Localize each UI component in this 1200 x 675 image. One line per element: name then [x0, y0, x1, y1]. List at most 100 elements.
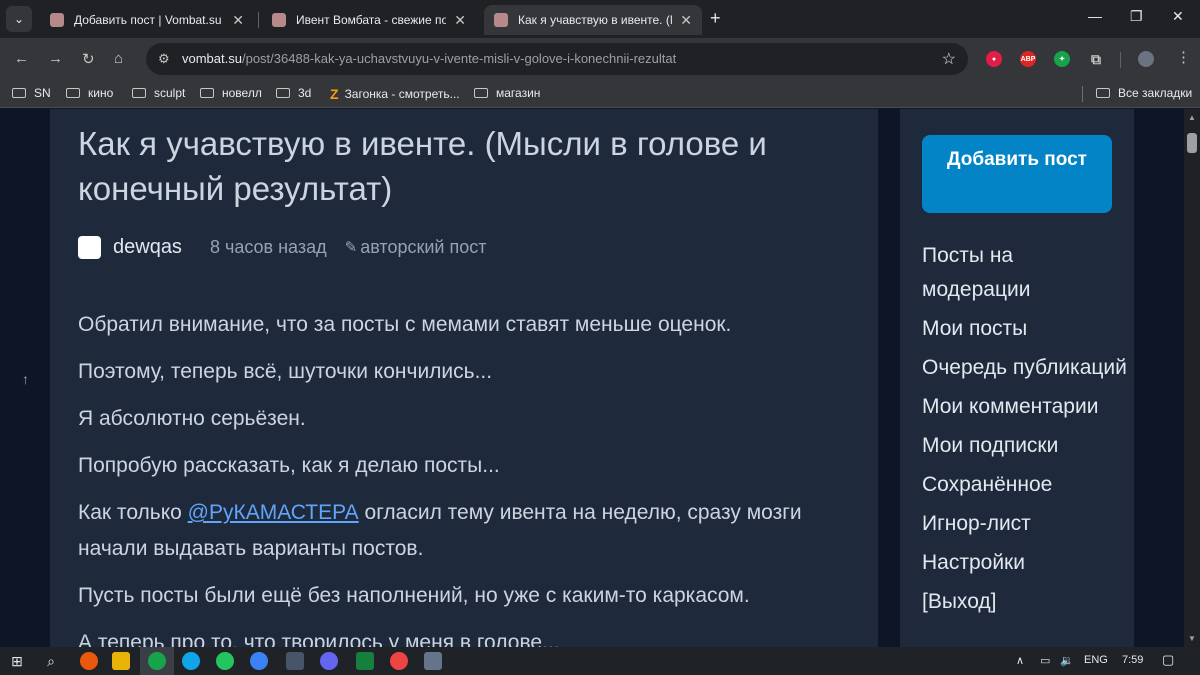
sidebar-item-ignore-list[interactable]: Игнор-лист	[922, 507, 1127, 541]
profile-avatar[interactable]	[1138, 51, 1154, 67]
scroll-to-top-icon[interactable]: ↑	[22, 371, 29, 387]
record-extension-icon[interactable]: ●	[986, 51, 1002, 67]
minimize-icon[interactable]: —	[1088, 8, 1102, 24]
add-post-button[interactable]: Добавить пост	[922, 135, 1112, 213]
toolbar-divider	[1120, 52, 1121, 68]
bookmark-zagonka[interactable]: Z Загонка - смотреть...	[330, 86, 460, 102]
tab-add-post[interactable]: Добавить пост | Vombat.su ✕	[40, 5, 254, 35]
sidebar-item-my-posts[interactable]: Мои посты	[922, 312, 1127, 346]
folder-icon	[132, 88, 146, 98]
bookmarks-bar: SN кино sculpt новелл 3d Z Загонка - смот…	[0, 80, 1200, 108]
paragraph: Я абсолютно серьёзен.	[78, 407, 306, 430]
bookmark-folder-kino[interactable]: кино	[66, 86, 113, 100]
vombat-favicon-icon	[272, 13, 286, 27]
restore-icon[interactable]: ❐	[1130, 8, 1143, 25]
new-tab-icon[interactable]: +	[710, 8, 721, 29]
color-extension-icon[interactable]: ✦	[1054, 51, 1070, 67]
web-page: ↑ Как я учавствую в ивенте. (Мысли в гол…	[0, 109, 1184, 647]
tab-search-button[interactable]: ⌄	[6, 6, 32, 32]
bookmark-folder-novell[interactable]: новелл	[200, 86, 262, 100]
sidebar-item-my-comments[interactable]: Мои комментарии	[922, 390, 1127, 424]
window-close-icon[interactable]: ✕	[1172, 8, 1184, 25]
sidebar-item-moderation[interactable]: Посты на модерации	[922, 239, 1127, 307]
volume-icon[interactable]: 🔉	[1060, 654, 1074, 667]
site-info-icon[interactable]: ⚙	[158, 51, 170, 67]
author-post-badge: ✎ авторский пост	[344, 236, 487, 257]
sidebar-item-saved[interactable]: Сохранённое	[922, 468, 1127, 502]
all-bookmarks-button[interactable]: Все закладки	[1096, 86, 1192, 100]
yandex-browser-icon[interactable]	[390, 652, 408, 670]
vombat-favicon-icon	[50, 13, 64, 27]
browser-tab-bar: ⌄ Добавить пост | Vombat.su ✕ Ивент Вомб…	[0, 0, 1200, 38]
file-explorer-icon[interactable]	[112, 652, 130, 670]
chrome-icon[interactable]	[148, 652, 166, 670]
close-icon[interactable]: ✕	[232, 12, 244, 29]
tab-event[interactable]: Ивент Вомбата - свежие посты ✕	[262, 5, 476, 35]
whatsapp-icon[interactable]	[216, 652, 234, 670]
sidebar-item-settings[interactable]: Настройки	[922, 546, 1127, 580]
post-meta: dewqas 8 часов назад ✎ авторский пост	[78, 233, 486, 261]
scroll-down-arrow-icon[interactable]: ▼	[1188, 634, 1196, 643]
folder-icon	[66, 88, 80, 98]
address-bar[interactable]: ⚙ vombat.su/post/36488-kak-ya-uchavstvuy…	[146, 43, 968, 75]
clock[interactable]: 7:59	[1122, 654, 1143, 666]
page-scrollbar[interactable]: ▲ ▼	[1184, 109, 1200, 647]
tab-title: Добавить пост | Vombat.su	[74, 13, 222, 27]
sidebar-item-subscriptions[interactable]: Мои подписки	[922, 429, 1127, 463]
windows-taskbar: ⊞ ⌕ ∧ ▭ 🔉 ENG 7:59 ▢	[0, 647, 1200, 675]
sidebar-item-queue[interactable]: Очередь публикаций	[922, 351, 1127, 385]
tab-divider	[258, 12, 259, 28]
home-icon[interactable]: ⌂	[114, 50, 123, 67]
search-icon[interactable]: ⌕	[42, 652, 60, 670]
scroll-up-arrow-icon[interactable]: ▲	[1188, 113, 1196, 122]
calculator-icon[interactable]	[286, 652, 304, 670]
bookmark-folder-magazin[interactable]: магазин	[474, 86, 540, 100]
bookmarks-divider	[1082, 86, 1083, 102]
post-time: 8 часов назад	[209, 236, 327, 257]
menu-dots-icon[interactable]: ⋮	[1176, 48, 1191, 66]
bookmark-folder-3d[interactable]: 3d	[276, 86, 311, 100]
paragraph: Как только @РуКАМАСТЕРА огласил тему иве…	[78, 501, 802, 560]
zagonka-logo-icon: Z	[330, 86, 339, 102]
adblock-extension-icon[interactable]: ABP	[1020, 51, 1036, 67]
network-icon[interactable]: ▭	[1040, 654, 1050, 667]
scrollbar-thumb[interactable]	[1187, 133, 1197, 153]
author-avatar[interactable]	[78, 235, 101, 259]
browser-toolbar: ← → ↻ ⌂ ⚙ vombat.su/post/36488-kak-ya-uc…	[0, 38, 1200, 80]
edit-pen-icon: ✎	[344, 239, 358, 256]
forward-icon[interactable]: →	[48, 50, 63, 67]
author-name[interactable]: dewqas	[113, 236, 182, 259]
folder-icon	[474, 88, 488, 98]
reload-icon[interactable]: ↻	[82, 50, 95, 68]
url-text[interactable]: vombat.su/post/36488-kak-ya-uchavstvuyu-…	[182, 51, 676, 66]
close-icon[interactable]: ✕	[680, 12, 692, 29]
vombat-favicon-icon	[494, 13, 508, 27]
tab-title: Ивент Вомбата - свежие посты	[296, 13, 447, 27]
image-viewer-icon[interactable]	[424, 652, 442, 670]
back-icon[interactable]: ←	[14, 50, 29, 67]
sidebar-item-logout[interactable]: [Выход]	[922, 585, 1127, 619]
bookmark-folder-sculpt[interactable]: sculpt	[132, 86, 185, 100]
chrome-profile-icon[interactable]	[250, 652, 268, 670]
paragraph: А теперь про то, что творилось у меня в …	[78, 631, 560, 647]
paragraph: Пусть посты были ещё без наполнений, но …	[78, 584, 750, 607]
folder-icon	[1096, 88, 1110, 98]
excel-icon[interactable]	[356, 652, 374, 670]
language-indicator[interactable]: ENG	[1084, 654, 1108, 666]
blender-icon[interactable]	[80, 652, 98, 670]
user-mention-link[interactable]: @РуКАМАСТЕРА	[188, 501, 359, 524]
bookmark-star-icon[interactable]: ☆	[942, 49, 956, 69]
windows-start-icon[interactable]: ⊞	[8, 652, 26, 670]
post-card: Как я учавствую в ивенте. (Мысли в голов…	[50, 109, 878, 647]
paragraph: Обратил внимание, что за посты с мемами …	[78, 313, 732, 336]
tray-overflow-icon[interactable]: ∧	[1016, 654, 1024, 667]
folder-icon	[12, 88, 26, 98]
paragraph: Попробую рассказать, как я делаю посты..…	[78, 454, 500, 477]
bookmark-folder-sn[interactable]: SN	[12, 86, 51, 100]
notifications-icon[interactable]: ▢	[1162, 652, 1174, 668]
tab-current-post[interactable]: Как я учавствую в ивенте. (Мыс ✕	[484, 5, 702, 35]
close-icon[interactable]: ✕	[454, 12, 466, 29]
extensions-puzzle-icon[interactable]: ⧉	[1088, 51, 1104, 67]
telegram-icon[interactable]	[182, 652, 200, 670]
discord-icon[interactable]	[320, 652, 338, 670]
